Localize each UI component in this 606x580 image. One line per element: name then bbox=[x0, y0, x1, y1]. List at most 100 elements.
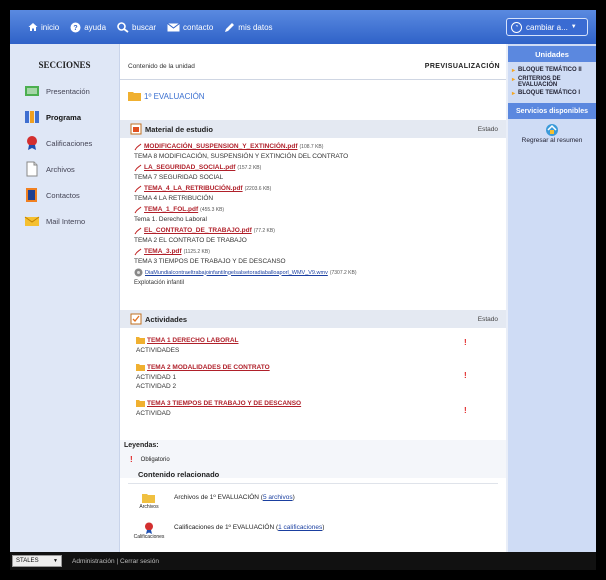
legend-required-mark: ! bbox=[130, 455, 133, 464]
legend-row: ! Obligatorio bbox=[120, 449, 506, 464]
sidebar-item-presentacion[interactable]: Presentación bbox=[10, 78, 119, 104]
admin-links: Administración | Cerrar sesión bbox=[72, 557, 159, 565]
material-description: TEMA 2 EL CONTRATO DE TRABAJO bbox=[134, 237, 247, 244]
activity-folder-icon bbox=[136, 337, 145, 344]
material-link[interactable]: DiaMundialcontraeltrabajoinfantilngelsal… bbox=[145, 270, 328, 276]
related-grades-link[interactable]: 1 calificaciones bbox=[278, 524, 322, 531]
nav-ayuda[interactable]: ? ayuda bbox=[70, 22, 106, 33]
pdf-icon bbox=[134, 227, 142, 234]
activities-title: Actividades bbox=[130, 313, 187, 325]
legend-title: Leyendas: bbox=[124, 442, 159, 449]
activity-sub-item: ACTIVIDADES bbox=[136, 347, 180, 354]
material-description: TEMA 7 SEGURIDAD SOCIAL bbox=[134, 174, 224, 181]
activities-icon bbox=[130, 313, 142, 325]
sidebar-item-calificaciones[interactable]: Calificaciones bbox=[10, 130, 119, 156]
unit-item[interactable]: ▸ CRITERIOS DE EVALUACIÓN bbox=[508, 74, 596, 88]
activity-link[interactable]: TEMA 3 TIEMPOS DE TRABAJO Y DE DESCANSO bbox=[147, 400, 301, 407]
sidebar-item-programa[interactable]: Programa bbox=[10, 104, 119, 130]
material-size: (2203.6 KB) bbox=[244, 185, 272, 192]
presentation-icon bbox=[25, 86, 39, 96]
study-material-header: Material de estudio Estado bbox=[120, 120, 506, 138]
unit-item-label: BLOQUE TEMÁTICO II bbox=[518, 67, 582, 73]
related-grades-suffix: ) bbox=[322, 524, 325, 531]
switch-icon: ◔ bbox=[511, 21, 522, 33]
related-grades-text: Calificaciones de 1º EVALUACIÓN (1 calif… bbox=[174, 524, 324, 531]
activity-link[interactable]: TEMA 1 DERECHO LABORAL bbox=[147, 337, 238, 344]
activities-header: Actividades Estado bbox=[120, 310, 506, 328]
grades-icon bbox=[145, 522, 153, 534]
nav-contacto[interactable]: contacto bbox=[167, 23, 213, 32]
material-description: TEMA 4 LA RETRIBUCIÓN bbox=[134, 195, 214, 202]
change-unit-label: cambiar a... bbox=[526, 22, 568, 32]
material-size: (1125.2 KB) bbox=[183, 248, 210, 255]
activity-sub-item: ACTIVIDAD bbox=[136, 410, 171, 417]
top-nav-bar: inicio ? ayuda buscar contacto mis datos… bbox=[10, 10, 596, 44]
activity-folder-icon bbox=[136, 400, 145, 407]
material-link[interactable]: LA_SEGURIDAD_SOCIAL.pdf bbox=[144, 164, 235, 171]
sidebar-item-label: Mail Interno bbox=[46, 216, 86, 226]
sidebar-item-archivos[interactable]: Archivos bbox=[10, 156, 119, 182]
video-icon bbox=[134, 268, 143, 277]
pdf-icon bbox=[134, 143, 142, 150]
sidebar-item-label: Calificaciones bbox=[46, 138, 93, 148]
material-link[interactable]: MODIFICACIÓN_SUSPENSION_Y_EXTINCIÓN.pdf bbox=[144, 143, 298, 150]
chevron-down-icon: ▼ bbox=[570, 24, 577, 30]
search-icon bbox=[117, 21, 129, 33]
contacts-icon bbox=[26, 188, 37, 202]
program-icon bbox=[25, 111, 39, 123]
unit-item[interactable]: ▸ BLOQUE TEMÁTICO II bbox=[508, 65, 596, 74]
chevron-down-icon: ▼ bbox=[53, 558, 58, 564]
nav-inicio[interactable]: inicio bbox=[28, 22, 59, 32]
related-files-row: Archivos Archivos de 1º EVALUACIÓN (5 ar… bbox=[128, 492, 498, 510]
files-shortcut[interactable]: Archivos bbox=[134, 492, 164, 510]
material-size: (77.2 KB) bbox=[253, 227, 275, 234]
grades-shortcut[interactable]: Calificaciones bbox=[134, 522, 164, 540]
required-mark: ! bbox=[464, 406, 467, 415]
nav-mis-datos-label: mis datos bbox=[238, 22, 273, 32]
material-link[interactable]: TEMA_1_FOL.pdf bbox=[144, 206, 198, 213]
related-files-link[interactable]: 5 archivos bbox=[263, 494, 293, 501]
sidebar-item-mail-interno[interactable]: Mail Interno bbox=[10, 208, 119, 234]
activity-link[interactable]: TEMA 2 MODALIDADES DE CONTRATO bbox=[147, 364, 270, 371]
material-description: Tema 1. Derecho Laboral bbox=[134, 216, 207, 223]
material-description: TEMA 8 MODIFICACIÓN, SUSPENSIÓN Y EXTINC… bbox=[134, 153, 349, 160]
material-link[interactable]: TEMA_4_LA_RETRIBUCIÓN.pdf bbox=[144, 185, 243, 192]
unit-content-label: Contenido de la unidad bbox=[128, 63, 195, 70]
material-size: (7307.2 KB) bbox=[329, 269, 357, 276]
grades-icon-label: Calificaciones bbox=[133, 534, 165, 540]
sections-sidebar: SECCIONES Presentación Programa Califica… bbox=[10, 44, 120, 552]
activities-panel: Actividades Estado TEMA 1 DERECHO LABORA… bbox=[120, 310, 506, 438]
legend-text: Obligatorio bbox=[140, 456, 170, 463]
units-header: Unidades bbox=[508, 46, 596, 62]
material-link-row: TEMA_4_LA_RETRIBUCIÓN.pdf (2203.6 KB) bbox=[120, 183, 506, 194]
admin-link[interactable]: Administración bbox=[72, 558, 115, 565]
material-link-row: DiaMundialcontraeltrabajoinfantilngelsal… bbox=[120, 267, 506, 278]
material-list: MODIFICACIÓN_SUSPENSION_Y_EXTINCIÓN.pdf … bbox=[120, 138, 506, 288]
change-unit-dropdown[interactable]: ◔ cambiar a... ▼ bbox=[506, 18, 588, 36]
back-summary-label: Regresar al resumen bbox=[521, 137, 583, 144]
files-folder-icon bbox=[142, 494, 155, 503]
related-grades-prefix: Calificaciones de 1º EVALUACIÓN ( bbox=[174, 524, 279, 531]
back-to-summary[interactable]: Regresar al resumen bbox=[508, 123, 596, 144]
material-link[interactable]: EL_CONTRATO_DE_TRABAJO.pdf bbox=[144, 227, 252, 234]
material-size: (157.2 KB) bbox=[237, 164, 262, 171]
required-mark: ! bbox=[464, 338, 467, 347]
sidebar-item-label: Archivos bbox=[46, 164, 75, 174]
sidebar-item-contactos[interactable]: Contactos bbox=[10, 182, 119, 208]
pencil-icon bbox=[225, 22, 235, 32]
related-files-prefix: Archivos de 1º EVALUACIÓN ( bbox=[174, 494, 263, 501]
nav-buscar[interactable]: buscar bbox=[117, 21, 157, 33]
preview-label: PREVISUALIZACIÓN bbox=[424, 63, 500, 70]
related-content-panel: Contenido relacionado Archivos Archivos … bbox=[128, 468, 498, 552]
main-content: Contenido de la unidad PREVISUALIZACIÓN … bbox=[120, 44, 506, 552]
bottom-bar: STALES ▼ Administración | Cerrar sesión bbox=[10, 552, 596, 570]
sidebar-item-label: Contactos bbox=[46, 190, 80, 200]
nav-buscar-label: buscar bbox=[132, 22, 157, 32]
nav-mis-datos[interactable]: mis datos bbox=[224, 22, 273, 33]
related-files-suffix: ) bbox=[292, 494, 295, 501]
site-select[interactable]: STALES ▼ bbox=[12, 555, 62, 567]
unit-item[interactable]: ▸ BLOQUE TEMÁTICO I bbox=[508, 88, 596, 97]
logout-link[interactable]: Cerrar sesión bbox=[120, 558, 159, 565]
bullet-icon: ▸ bbox=[512, 68, 516, 74]
material-link[interactable]: TEMA_3.pdf bbox=[144, 248, 182, 255]
